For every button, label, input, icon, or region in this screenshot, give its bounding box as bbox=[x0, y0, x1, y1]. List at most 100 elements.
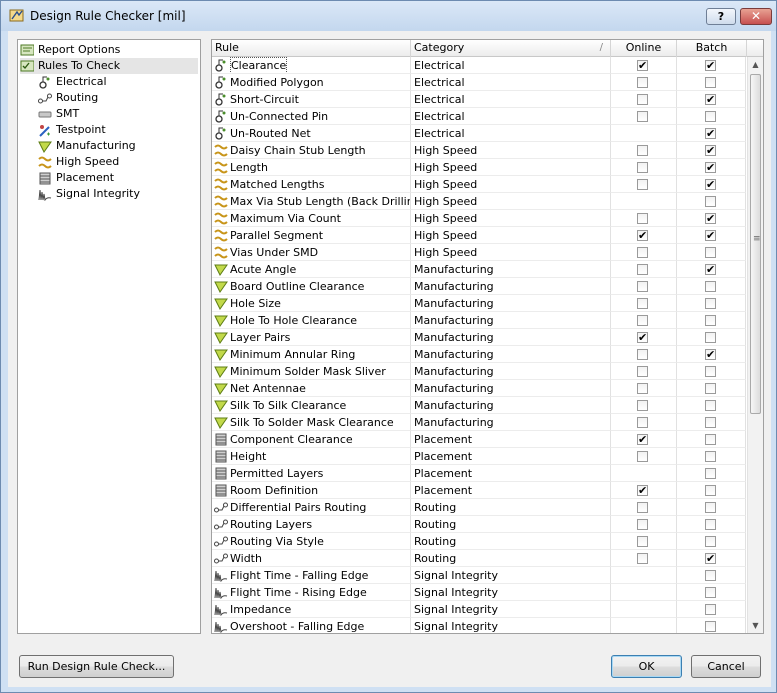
table-row[interactable]: Silk To Solder Mask Clearance Manufacturi… bbox=[212, 414, 746, 431]
table-row[interactable]: Minimum Solder Mask Sliver Manufacturing bbox=[212, 363, 746, 380]
table-row[interactable]: Net Antennae Manufacturing bbox=[212, 380, 746, 397]
table-row[interactable]: Room Definition Placement ✔ bbox=[212, 482, 746, 499]
column-header-online[interactable]: Online bbox=[611, 40, 677, 57]
tree-item-smt[interactable]: SMT bbox=[38, 106, 198, 122]
online-checkbox[interactable] bbox=[637, 264, 648, 275]
column-header-category[interactable]: Category / bbox=[411, 40, 611, 57]
table-row[interactable]: Width Routing ✔ bbox=[212, 550, 746, 567]
online-checkbox[interactable] bbox=[637, 281, 648, 292]
batch-checkbox[interactable] bbox=[705, 281, 716, 292]
batch-checkbox[interactable] bbox=[705, 417, 716, 428]
table-row[interactable]: Impedance Signal Integrity bbox=[212, 601, 746, 618]
online-checkbox[interactable] bbox=[637, 247, 648, 258]
online-checkbox[interactable] bbox=[637, 162, 648, 173]
rule-cell[interactable]: Parallel Segment bbox=[212, 227, 411, 244]
cancel-button[interactable]: Cancel bbox=[691, 655, 761, 678]
batch-checkbox[interactable]: ✔ bbox=[705, 162, 716, 173]
table-row[interactable]: Overshoot - Falling Edge Signal Integrity bbox=[212, 618, 746, 633]
rule-cell[interactable]: Overshoot - Falling Edge bbox=[212, 618, 411, 633]
rule-cell[interactable]: Minimum Solder Mask Sliver bbox=[212, 363, 411, 380]
online-checkbox[interactable] bbox=[637, 400, 648, 411]
rule-cell[interactable]: Component Clearance bbox=[212, 431, 411, 448]
batch-checkbox[interactable] bbox=[705, 315, 716, 326]
batch-checkbox[interactable]: ✔ bbox=[705, 553, 716, 564]
batch-checkbox[interactable] bbox=[705, 604, 716, 615]
rule-cell[interactable]: Differential Pairs Routing bbox=[212, 499, 411, 516]
rule-cell[interactable]: Impedance bbox=[212, 601, 411, 618]
online-checkbox[interactable] bbox=[637, 451, 648, 462]
scroll-thumb[interactable]: ≡ bbox=[750, 74, 761, 414]
batch-checkbox[interactable]: ✔ bbox=[705, 264, 716, 275]
batch-checkbox[interactable]: ✔ bbox=[705, 179, 716, 190]
rule-cell[interactable]: Board Outline Clearance bbox=[212, 278, 411, 295]
online-checkbox[interactable] bbox=[637, 213, 648, 224]
rule-cell[interactable]: Length bbox=[212, 159, 411, 176]
rule-cell[interactable]: Height bbox=[212, 448, 411, 465]
batch-checkbox[interactable]: ✔ bbox=[705, 230, 716, 241]
batch-checkbox[interactable] bbox=[705, 570, 716, 581]
table-row[interactable]: Length High Speed ✔ bbox=[212, 159, 746, 176]
batch-checkbox[interactable] bbox=[705, 502, 716, 513]
column-header-rule[interactable]: Rule bbox=[212, 40, 411, 57]
scroll-down-icon[interactable]: ▼ bbox=[748, 618, 763, 633]
rule-cell[interactable]: Modified Polygon bbox=[212, 74, 411, 91]
rule-cell[interactable]: Matched Lengths bbox=[212, 176, 411, 193]
title-bar[interactable]: Design Rule Checker [mil] ? ✕ bbox=[1, 1, 776, 31]
batch-checkbox[interactable] bbox=[705, 332, 716, 343]
table-row[interactable]: Clearance Electrical ✔ ✔ bbox=[212, 57, 746, 74]
table-row[interactable]: Parallel Segment High Speed ✔ ✔ bbox=[212, 227, 746, 244]
batch-checkbox[interactable] bbox=[705, 111, 716, 122]
scroll-up-icon[interactable]: ▲ bbox=[748, 57, 763, 72]
table-row[interactable]: Permitted Layers Placement bbox=[212, 465, 746, 482]
table-row[interactable]: Un-Routed Net Electrical ✔ bbox=[212, 125, 746, 142]
tree-item-signal-integrity[interactable]: Signal Integrity bbox=[38, 186, 198, 202]
batch-checkbox[interactable] bbox=[705, 621, 716, 632]
help-button[interactable]: ? bbox=[706, 8, 736, 25]
batch-checkbox[interactable] bbox=[705, 196, 716, 207]
table-row[interactable]: Acute Angle Manufacturing ✔ bbox=[212, 261, 746, 278]
close-button[interactable]: ✕ bbox=[740, 8, 772, 25]
batch-checkbox[interactable]: ✔ bbox=[705, 349, 716, 360]
batch-checkbox[interactable] bbox=[705, 383, 716, 394]
batch-checkbox[interactable] bbox=[705, 468, 716, 479]
rule-cell[interactable]: Silk To Solder Mask Clearance bbox=[212, 414, 411, 431]
table-row[interactable]: Daisy Chain Stub Length High Speed ✔ bbox=[212, 142, 746, 159]
rule-cell[interactable]: Daisy Chain Stub Length bbox=[212, 142, 411, 159]
table-row[interactable]: Modified Polygon Electrical bbox=[212, 74, 746, 91]
tree-item-routing[interactable]: Routing bbox=[38, 90, 198, 106]
table-row[interactable]: Vias Under SMD High Speed bbox=[212, 244, 746, 261]
batch-checkbox[interactable] bbox=[705, 519, 716, 530]
online-checkbox[interactable] bbox=[637, 536, 648, 547]
online-checkbox[interactable] bbox=[637, 315, 648, 326]
online-checkbox[interactable]: ✔ bbox=[637, 485, 648, 496]
rule-cell[interactable]: Width bbox=[212, 550, 411, 567]
rule-cell[interactable]: Permitted Layers bbox=[212, 465, 411, 482]
tree-item-rules-to-check[interactable]: Rules To Check bbox=[20, 58, 198, 74]
rule-cell[interactable]: Flight Time - Falling Edge bbox=[212, 567, 411, 584]
batch-checkbox[interactable] bbox=[705, 451, 716, 462]
online-checkbox[interactable] bbox=[637, 179, 648, 190]
table-row[interactable]: Hole Size Manufacturing bbox=[212, 295, 746, 312]
online-checkbox[interactable] bbox=[637, 111, 648, 122]
online-checkbox[interactable] bbox=[637, 366, 648, 377]
tree-item-high-speed[interactable]: High Speed bbox=[38, 154, 198, 170]
online-checkbox[interactable] bbox=[637, 553, 648, 564]
table-row[interactable]: Component Clearance Placement ✔ bbox=[212, 431, 746, 448]
rule-cell[interactable]: Net Antennae bbox=[212, 380, 411, 397]
table-row[interactable]: Un-Connected Pin Electrical bbox=[212, 108, 746, 125]
batch-checkbox[interactable] bbox=[705, 366, 716, 377]
batch-checkbox[interactable] bbox=[705, 247, 716, 258]
table-row[interactable]: Layer Pairs Manufacturing ✔ bbox=[212, 329, 746, 346]
rule-cell[interactable]: Routing Via Style bbox=[212, 533, 411, 550]
table-row[interactable]: Differential Pairs Routing Routing bbox=[212, 499, 746, 516]
rule-cell[interactable]: Hole Size bbox=[212, 295, 411, 312]
online-checkbox[interactable] bbox=[637, 298, 648, 309]
online-checkbox[interactable] bbox=[637, 145, 648, 156]
table-row[interactable]: Maximum Via Count High Speed ✔ bbox=[212, 210, 746, 227]
table-row[interactable]: Routing Via Style Routing bbox=[212, 533, 746, 550]
table-row[interactable]: Matched Lengths High Speed ✔ bbox=[212, 176, 746, 193]
tree-item-manufacturing[interactable]: Manufacturing bbox=[38, 138, 198, 154]
rule-cell[interactable]: Vias Under SMD bbox=[212, 244, 411, 261]
batch-checkbox[interactable] bbox=[705, 298, 716, 309]
table-row[interactable]: Board Outline Clearance Manufacturing bbox=[212, 278, 746, 295]
